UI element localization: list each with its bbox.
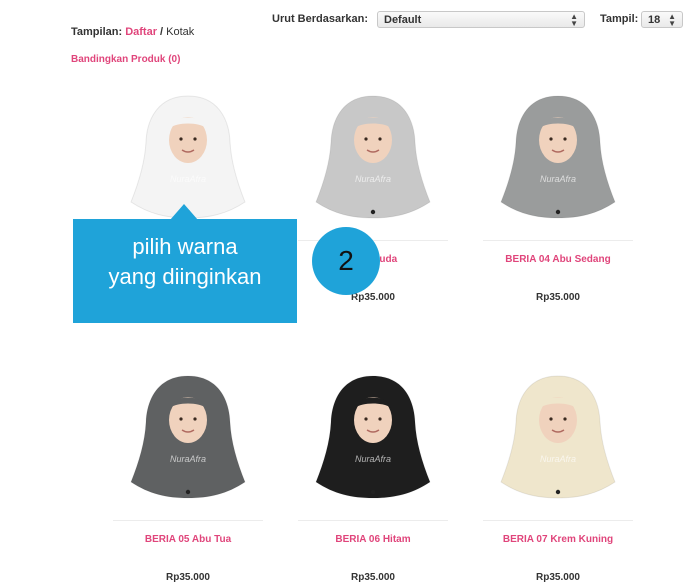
watermark-text: NuraAfra — [355, 174, 391, 184]
view-toggle: Tampilan: Daftar / Kotak — [71, 26, 194, 38]
product-image[interactable]: NuraAfra — [465, 370, 651, 510]
card-divider — [113, 520, 263, 521]
callout-line-1: pilih warna — [132, 234, 238, 259]
watermark-text: NuraAfra — [355, 454, 391, 464]
select-arrows-icon: ▲ ▼ — [570, 12, 578, 28]
product-price: Rp35.000 — [351, 572, 395, 583]
sort-select-value: Default — [384, 14, 422, 26]
product-price: Rp35.000 — [536, 292, 580, 303]
card-divider — [298, 520, 448, 521]
sort-select[interactable]: Default ▲ ▼ — [377, 11, 585, 28]
product-name[interactable]: BERIA 05 Abu Tua — [95, 534, 281, 548]
product-price: Rp35.000 — [351, 292, 395, 303]
product-image[interactable]: NuraAfra — [95, 370, 281, 510]
watermark-text: NuraAfra — [170, 174, 206, 184]
view-separator: / — [157, 26, 167, 38]
product-name[interactable]: BERIA 06 Hitam — [280, 534, 466, 548]
view-grid-link[interactable]: Kotak — [166, 26, 194, 38]
watermark-text: NuraAfra — [170, 454, 206, 464]
view-list-link[interactable]: Daftar — [125, 26, 157, 38]
show-label: Tampil: — [600, 13, 639, 25]
product-price: Rp35.000 — [166, 572, 210, 583]
show-select[interactable]: 18 ▲ ▼ — [641, 11, 683, 28]
sort-label: Urut Berdasarkan: — [272, 13, 368, 25]
callout-tail — [170, 204, 198, 220]
product-price: Rp35.000 — [536, 572, 580, 583]
card-divider — [483, 520, 633, 521]
product-card[interactable]: NuraAfra BERIA 04 Abu Sedang Rp35.000 — [465, 90, 651, 303]
compare-products-link[interactable]: Bandingkan Produk (0) — [71, 54, 180, 65]
step-badge: 2 — [312, 227, 380, 295]
product-name[interactable]: BERIA 07 Krem Kuning — [465, 534, 651, 548]
product-card[interactable]: NuraAfra BERIA 06 Hitam Rp35.000 — [280, 370, 466, 583]
callout-line-2: yang diinginkan — [108, 264, 262, 289]
show-select-value: 18 — [648, 14, 661, 26]
watermark-text: NuraAfra — [540, 454, 576, 464]
product-card[interactable]: NuraAfra BERIA 05 Abu Tua Rp35.000 — [95, 370, 281, 583]
card-divider — [483, 240, 633, 241]
product-image[interactable]: NuraAfra — [465, 90, 651, 230]
product-name[interactable]: BERIA 04 Abu Sedang — [465, 254, 651, 268]
product-image[interactable]: NuraAfra — [280, 90, 466, 230]
instruction-callout: pilih warna yang diinginkan — [73, 219, 297, 323]
product-card[interactable]: NuraAfra BERIA 07 Krem Kuning Rp35.000 — [465, 370, 651, 583]
view-label: Tampilan: — [71, 26, 123, 38]
select-arrows-icon: ▲ ▼ — [668, 12, 676, 28]
product-image[interactable]: NuraAfra — [280, 370, 466, 510]
watermark-text: NuraAfra — [540, 174, 576, 184]
